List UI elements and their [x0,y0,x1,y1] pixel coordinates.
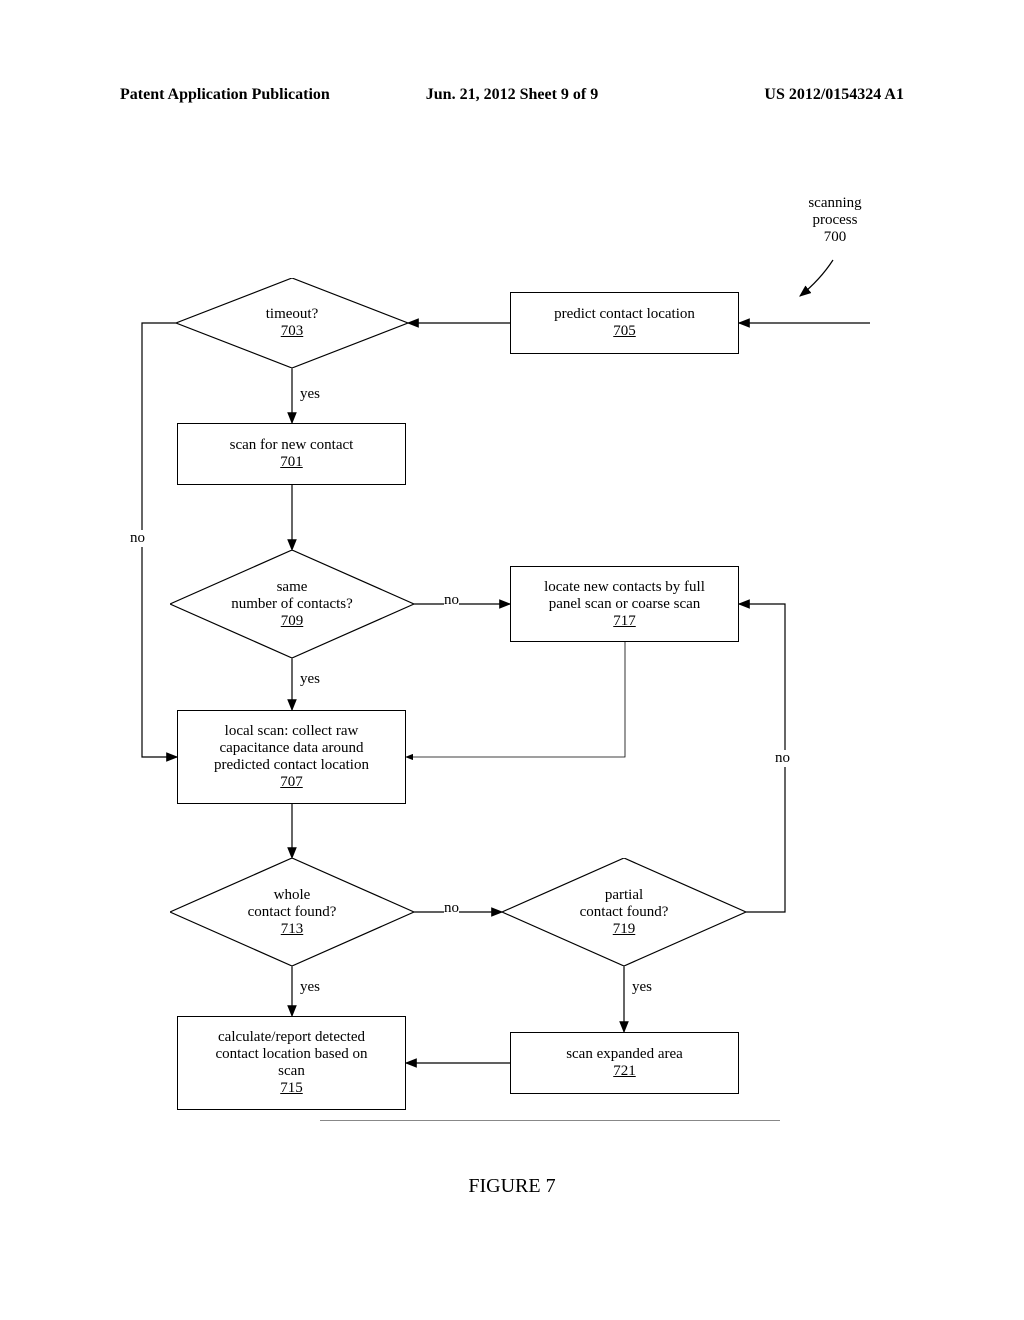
label-709-no: no [444,592,459,609]
label-713-yes: yes [300,979,320,996]
page-rule [320,1120,780,1121]
flowchart-canvas: scanning process 700 predict contact loc… [0,0,1024,1320]
label-703-yes: yes [300,386,320,403]
patent-figure-page: Patent Application Publication Jun. 21, … [0,0,1024,1320]
figure-caption: FIGURE 7 [0,1175,1024,1198]
label-703-no: no [130,530,145,547]
flowchart-connectors [0,0,1024,1320]
label-719-no: no [775,750,790,767]
label-719-yes: yes [632,979,652,996]
label-709-yes: yes [300,671,320,688]
label-713-no: no [444,900,459,917]
